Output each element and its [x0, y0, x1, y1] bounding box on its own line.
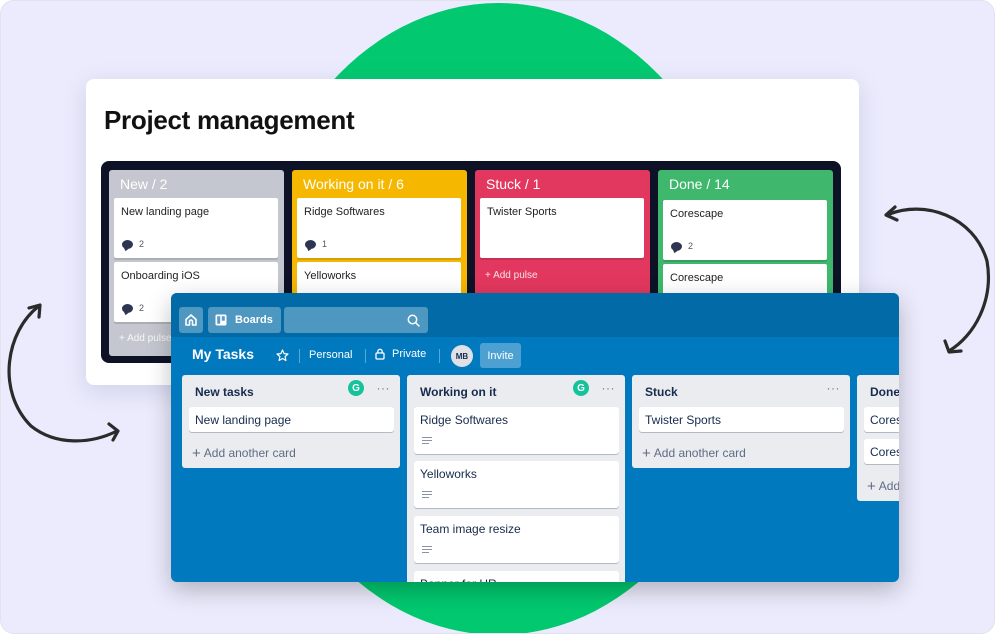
- list-title: Stuck: [645, 385, 678, 399]
- pm-card[interactable]: Ridge Softwares 1: [297, 198, 461, 258]
- add-card-label: Add another card: [653, 446, 746, 460]
- pm-card[interactable]: Twister Sports: [480, 198, 644, 258]
- team-button[interactable]: Personal: [309, 349, 352, 361]
- grammarly-icon[interactable]: G: [348, 380, 364, 396]
- pm-card-title: Corescape: [670, 272, 724, 284]
- description-icon: [422, 437, 432, 445]
- description-icon: [422, 546, 432, 554]
- boards-button[interactable]: Boards: [208, 307, 281, 333]
- list-new-tasks: New tasks G ··· New landing page + Add an…: [182, 375, 400, 468]
- comment-icon: [671, 241, 682, 251]
- plus-icon: +: [642, 445, 651, 462]
- comment-icon: [305, 239, 316, 249]
- star-icon[interactable]: [276, 349, 289, 362]
- avatar[interactable]: MB: [451, 345, 473, 367]
- pm-card-title: Yelloworks: [304, 270, 357, 282]
- visibility-button[interactable]: Private: [375, 348, 426, 360]
- board-title[interactable]: My Tasks: [192, 346, 254, 362]
- list-card[interactable]: Ridge Softwares: [414, 407, 619, 454]
- card-title: New landing page: [195, 413, 292, 427]
- add-card-button[interactable]: +Add another card: [642, 445, 746, 462]
- comment-count: 2: [139, 239, 145, 249]
- list-menu-button[interactable]: ···: [602, 381, 616, 395]
- illustration-canvas: Project management New / 2 New landing p…: [0, 0, 995, 634]
- card-title: Banner for HR: [420, 577, 497, 582]
- pm-card[interactable]: Corescape 2: [663, 200, 827, 260]
- add-pulse-button[interactable]: + Add pulse: [119, 333, 172, 344]
- pm-title: Project management: [104, 105, 355, 135]
- pm-column-title: Working on it / 6: [303, 176, 404, 192]
- list-card[interactable]: New landing page: [189, 407, 394, 432]
- boards-label: Boards: [235, 314, 273, 326]
- plus-icon: +: [192, 445, 201, 462]
- search-input[interactable]: [284, 307, 428, 333]
- pm-column-title: Stuck / 1: [486, 176, 541, 192]
- list-card[interactable]: Yelloworks: [414, 461, 619, 508]
- add-card-button[interactable]: +Add another card: [192, 445, 296, 462]
- list-card[interactable]: Corescape: [864, 439, 899, 464]
- divider: [299, 349, 300, 363]
- list-menu-button[interactable]: ···: [377, 381, 391, 395]
- pm-card-comments: 1: [305, 239, 327, 249]
- plus-icon: +: [867, 478, 876, 495]
- list-done: Done Corescape Corescape +Add another ca…: [857, 375, 899, 501]
- add-card-label: Add another card: [878, 479, 899, 493]
- card-title: Twister Sports: [645, 413, 722, 427]
- lock-icon: [375, 348, 385, 360]
- invite-button[interactable]: Invite: [480, 343, 521, 368]
- list-title: Working on it: [420, 385, 497, 399]
- add-card-button[interactable]: +Add another card: [867, 478, 899, 495]
- comment-icon: [122, 303, 133, 313]
- pm-column-title: Done / 14: [669, 176, 730, 192]
- divider: [439, 349, 440, 363]
- pm-card-comments: 2: [122, 239, 144, 249]
- card-title: Team image resize: [420, 522, 521, 536]
- home-icon: [185, 314, 197, 326]
- pm-card[interactable]: New landing page 2: [114, 198, 278, 258]
- card-title: Yelloworks: [420, 467, 477, 481]
- list-card[interactable]: Team image resize: [414, 516, 619, 563]
- pm-card-comments: 2: [122, 303, 144, 313]
- pm-card-title: Twister Sports: [487, 206, 557, 218]
- list-title: New tasks: [195, 385, 254, 399]
- list-card[interactable]: Banner for HR: [414, 571, 619, 582]
- list-title: Done: [870, 385, 899, 399]
- search-icon: [407, 314, 420, 327]
- list-menu-button[interactable]: ···: [827, 381, 841, 395]
- list-card[interactable]: Corescape: [864, 407, 899, 432]
- card-title: Corescape: [870, 445, 899, 459]
- card-title: Ridge Softwares: [420, 413, 509, 427]
- comment-icon: [122, 239, 133, 249]
- pm-card-title: New landing page: [121, 206, 210, 218]
- list-card[interactable]: Twister Sports: [639, 407, 844, 432]
- comment-count: 2: [688, 241, 694, 251]
- comment-count: 1: [322, 239, 328, 249]
- card-title: Corescape: [870, 413, 899, 427]
- list-working-on-it: Working on it G ··· Ridge Softwares Yell…: [407, 375, 625, 582]
- home-button[interactable]: [179, 307, 203, 333]
- pm-card-title: Corescape: [670, 208, 724, 220]
- pm-card-comments: 2: [671, 241, 693, 251]
- list-stuck: Stuck ··· Twister Sports + Add another ca…: [632, 375, 850, 468]
- divider: [365, 349, 366, 363]
- board-header: My Tasks Personal Private MB Invite: [171, 337, 899, 371]
- add-card-label: Add another card: [203, 446, 296, 460]
- pm-card-title: Ridge Softwares: [304, 206, 385, 218]
- boards-icon: [215, 314, 227, 326]
- top-navbar: Boards: [171, 293, 899, 337]
- pm-column-title: New / 2: [120, 176, 168, 192]
- trello-board-panel: Boards My Tasks Personal Private MB Invi…: [171, 293, 899, 582]
- visibility-label: Private: [392, 348, 427, 360]
- pm-card-title: Onboarding iOS: [121, 270, 200, 282]
- add-pulse-button[interactable]: + Add pulse: [485, 270, 538, 281]
- description-icon: [422, 491, 432, 499]
- grammarly-icon[interactable]: G: [573, 380, 589, 396]
- comment-count: 2: [139, 303, 145, 313]
